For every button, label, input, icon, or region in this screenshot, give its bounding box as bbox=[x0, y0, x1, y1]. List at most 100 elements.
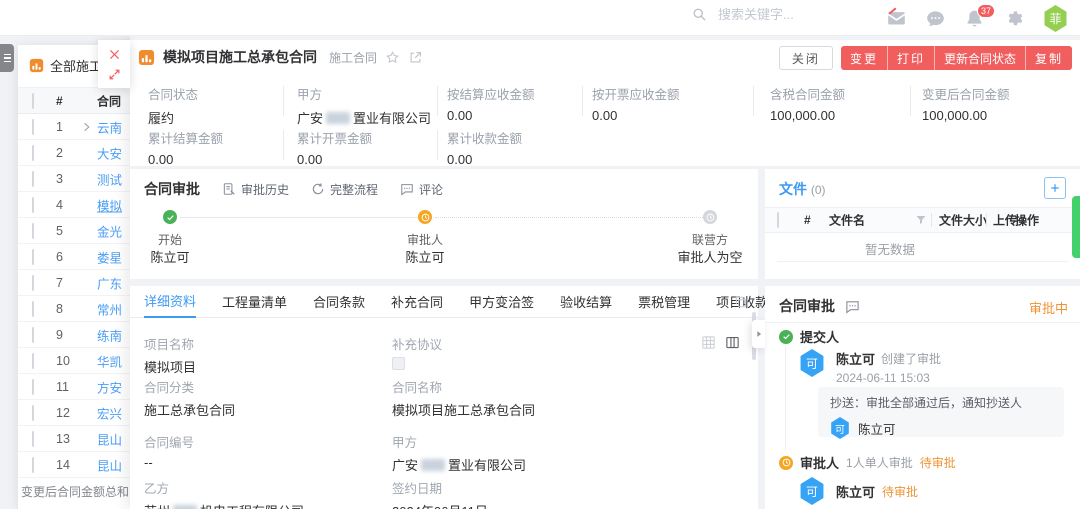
change-button[interactable]: 变更 bbox=[841, 46, 888, 70]
row-checkbox[interactable] bbox=[32, 171, 34, 187]
col-index: # bbox=[56, 94, 63, 108]
row-checkbox[interactable] bbox=[32, 223, 34, 239]
project-link[interactable]: 模拟项目 bbox=[144, 357, 196, 376]
expand-icon[interactable] bbox=[108, 68, 121, 81]
step-person: 审批人为空 bbox=[677, 247, 742, 266]
filter-funnel-icon[interactable] bbox=[915, 214, 927, 226]
field-total-settled: 累计结算金额 0.00 bbox=[148, 128, 223, 167]
party-a-link[interactable]: 广安置业有限公司 bbox=[392, 455, 526, 474]
row-checkbox[interactable] bbox=[32, 405, 34, 421]
approver-mode: 1人单人审批 bbox=[846, 454, 913, 471]
total-received-link[interactable]: 0.00 bbox=[447, 152, 522, 167]
step-title: 开始 bbox=[158, 231, 182, 248]
row-checkbox[interactable] bbox=[32, 353, 34, 369]
row-checkbox[interactable] bbox=[32, 379, 34, 395]
contract-link[interactable]: 广东 bbox=[97, 273, 122, 292]
files-col-index: # bbox=[804, 213, 811, 227]
row-checkbox[interactable] bbox=[32, 457, 34, 473]
tab-partya-change[interactable]: 甲方变洽签 bbox=[469, 286, 534, 318]
panel-collapse-handle[interactable] bbox=[752, 320, 765, 348]
cycle-icon bbox=[311, 182, 325, 196]
chat-icon[interactable] bbox=[926, 9, 946, 29]
files-col-size: 文件大小 bbox=[939, 212, 987, 229]
contract-link[interactable]: 华凯 bbox=[97, 351, 122, 370]
contract-doc-icon bbox=[29, 58, 44, 73]
row-checkbox[interactable] bbox=[32, 301, 34, 317]
step-person: 陈立可 bbox=[405, 247, 444, 266]
close-button[interactable]: 关闭 bbox=[779, 46, 833, 70]
step-title: 联营方 bbox=[692, 231, 728, 248]
sidebar-collapse-handle[interactable] bbox=[0, 44, 14, 72]
sum-footer: 变更后合同金额总和: bbox=[21, 483, 132, 500]
cc-note: 抄送：审批全部通过后，通知抄送人 bbox=[830, 394, 1052, 411]
submitter-entry: 可 陈立可 创建了审批 2024-06-11 15:03 bbox=[799, 349, 941, 385]
tabbar-more-icon[interactable] bbox=[734, 295, 748, 309]
plus-icon bbox=[1049, 182, 1061, 194]
row-checkbox[interactable] bbox=[32, 431, 34, 447]
party-b-link[interactable]: 苏州机电工程有限公司 bbox=[144, 501, 304, 509]
close-icon[interactable] bbox=[108, 48, 121, 61]
contract-link[interactable]: 常州 bbox=[97, 299, 122, 318]
row-checkbox[interactable] bbox=[32, 275, 34, 291]
row-checkbox[interactable] bbox=[32, 327, 34, 343]
expand-row-icon[interactable] bbox=[81, 121, 92, 132]
row-checkbox[interactable] bbox=[32, 249, 34, 265]
approval-history-button[interactable]: 审批历史 bbox=[222, 181, 289, 198]
files-table-header: # 文件名 文件大小 上传人 操作 bbox=[765, 207, 1080, 233]
contract-link[interactable]: 金光 bbox=[97, 221, 122, 240]
contract-link[interactable]: 测试 bbox=[97, 169, 122, 188]
approver-status: 待审批 bbox=[920, 454, 956, 471]
tab-supplement-contract[interactable]: 补充合同 bbox=[391, 286, 443, 318]
global-search[interactable] bbox=[692, 6, 866, 23]
comment-icon[interactable] bbox=[845, 299, 860, 314]
files-select-all-checkbox[interactable] bbox=[777, 212, 779, 228]
field-contract-name: 合同名称 模拟项目施工总承包合同 bbox=[392, 377, 535, 419]
total-invoiced-link[interactable]: 0.00 bbox=[297, 152, 372, 167]
contract-link[interactable]: 大安 bbox=[97, 143, 122, 162]
supplement-checkbox[interactable] bbox=[392, 357, 405, 370]
contract-link[interactable]: 宏兴 bbox=[97, 403, 122, 422]
approval-flow-title: 合同审批 bbox=[144, 179, 200, 199]
contract-link[interactable]: 云南 bbox=[97, 117, 122, 136]
add-file-button[interactable] bbox=[1044, 177, 1066, 199]
contract-link[interactable]: 昆山 bbox=[97, 455, 122, 474]
full-flow-button[interactable]: 完整流程 bbox=[311, 181, 378, 198]
tab-acceptance-settlement[interactable]: 验收结算 bbox=[560, 286, 612, 318]
search-input[interactable] bbox=[716, 6, 866, 23]
comment-button[interactable]: 评论 bbox=[400, 181, 443, 198]
star-icon[interactable] bbox=[385, 50, 400, 65]
empty-data-text: 暂无数据 bbox=[865, 239, 915, 258]
submitter-name: 陈立可 bbox=[836, 349, 875, 368]
floating-side-widget[interactable] bbox=[1072, 196, 1080, 258]
external-link-icon[interactable] bbox=[408, 50, 423, 65]
select-all-checkbox[interactable] bbox=[32, 93, 34, 109]
print-button[interactable]: 打印 bbox=[888, 46, 935, 70]
row-checkbox[interactable] bbox=[32, 145, 34, 161]
contract-link[interactable]: 娄星 bbox=[97, 247, 122, 266]
mail-icon[interactable] bbox=[887, 9, 907, 29]
row-checkbox[interactable] bbox=[32, 119, 34, 135]
party-a-link[interactable]: 广安置业有限公司 bbox=[297, 108, 431, 127]
tab-invoice-tax[interactable]: 票税管理 bbox=[638, 286, 690, 318]
tab-boq[interactable]: 工程量清单 bbox=[222, 286, 287, 318]
copy-button[interactable]: 复制 bbox=[1026, 46, 1072, 70]
bell-icon[interactable]: 37 bbox=[965, 9, 985, 29]
avatar[interactable]: 菲 bbox=[1043, 5, 1068, 32]
contract-link[interactable]: 昆山 bbox=[97, 429, 122, 448]
contract-link[interactable]: 方安 bbox=[97, 377, 122, 396]
contract-link[interactable]: 练南 bbox=[97, 325, 122, 344]
field-total-invoiced: 累计开票金额 0.00 bbox=[297, 128, 372, 167]
row-checkbox[interactable] bbox=[32, 197, 34, 213]
history-icon bbox=[222, 182, 236, 196]
approver-name: 陈立可 bbox=[836, 482, 875, 501]
tab-contract-terms[interactable]: 合同条款 bbox=[313, 286, 365, 318]
gear-icon[interactable] bbox=[1004, 9, 1024, 29]
column-view-icon[interactable] bbox=[725, 335, 740, 350]
update-status-button[interactable]: 更新合同状态 bbox=[935, 46, 1026, 70]
contract-detail-window: 模拟项目施工总承包合同 施工合同 关闭 变更 打印 更新合同状态 复制 合同状态… bbox=[130, 36, 1080, 509]
approval-status-badge: 审批中 bbox=[1029, 298, 1068, 317]
redacted-text bbox=[421, 459, 445, 471]
tab-detail-info[interactable]: 详细资料 bbox=[144, 286, 196, 318]
grid-view-icon[interactable] bbox=[701, 335, 716, 350]
contract-link-selected[interactable]: 模拟 bbox=[97, 195, 122, 214]
